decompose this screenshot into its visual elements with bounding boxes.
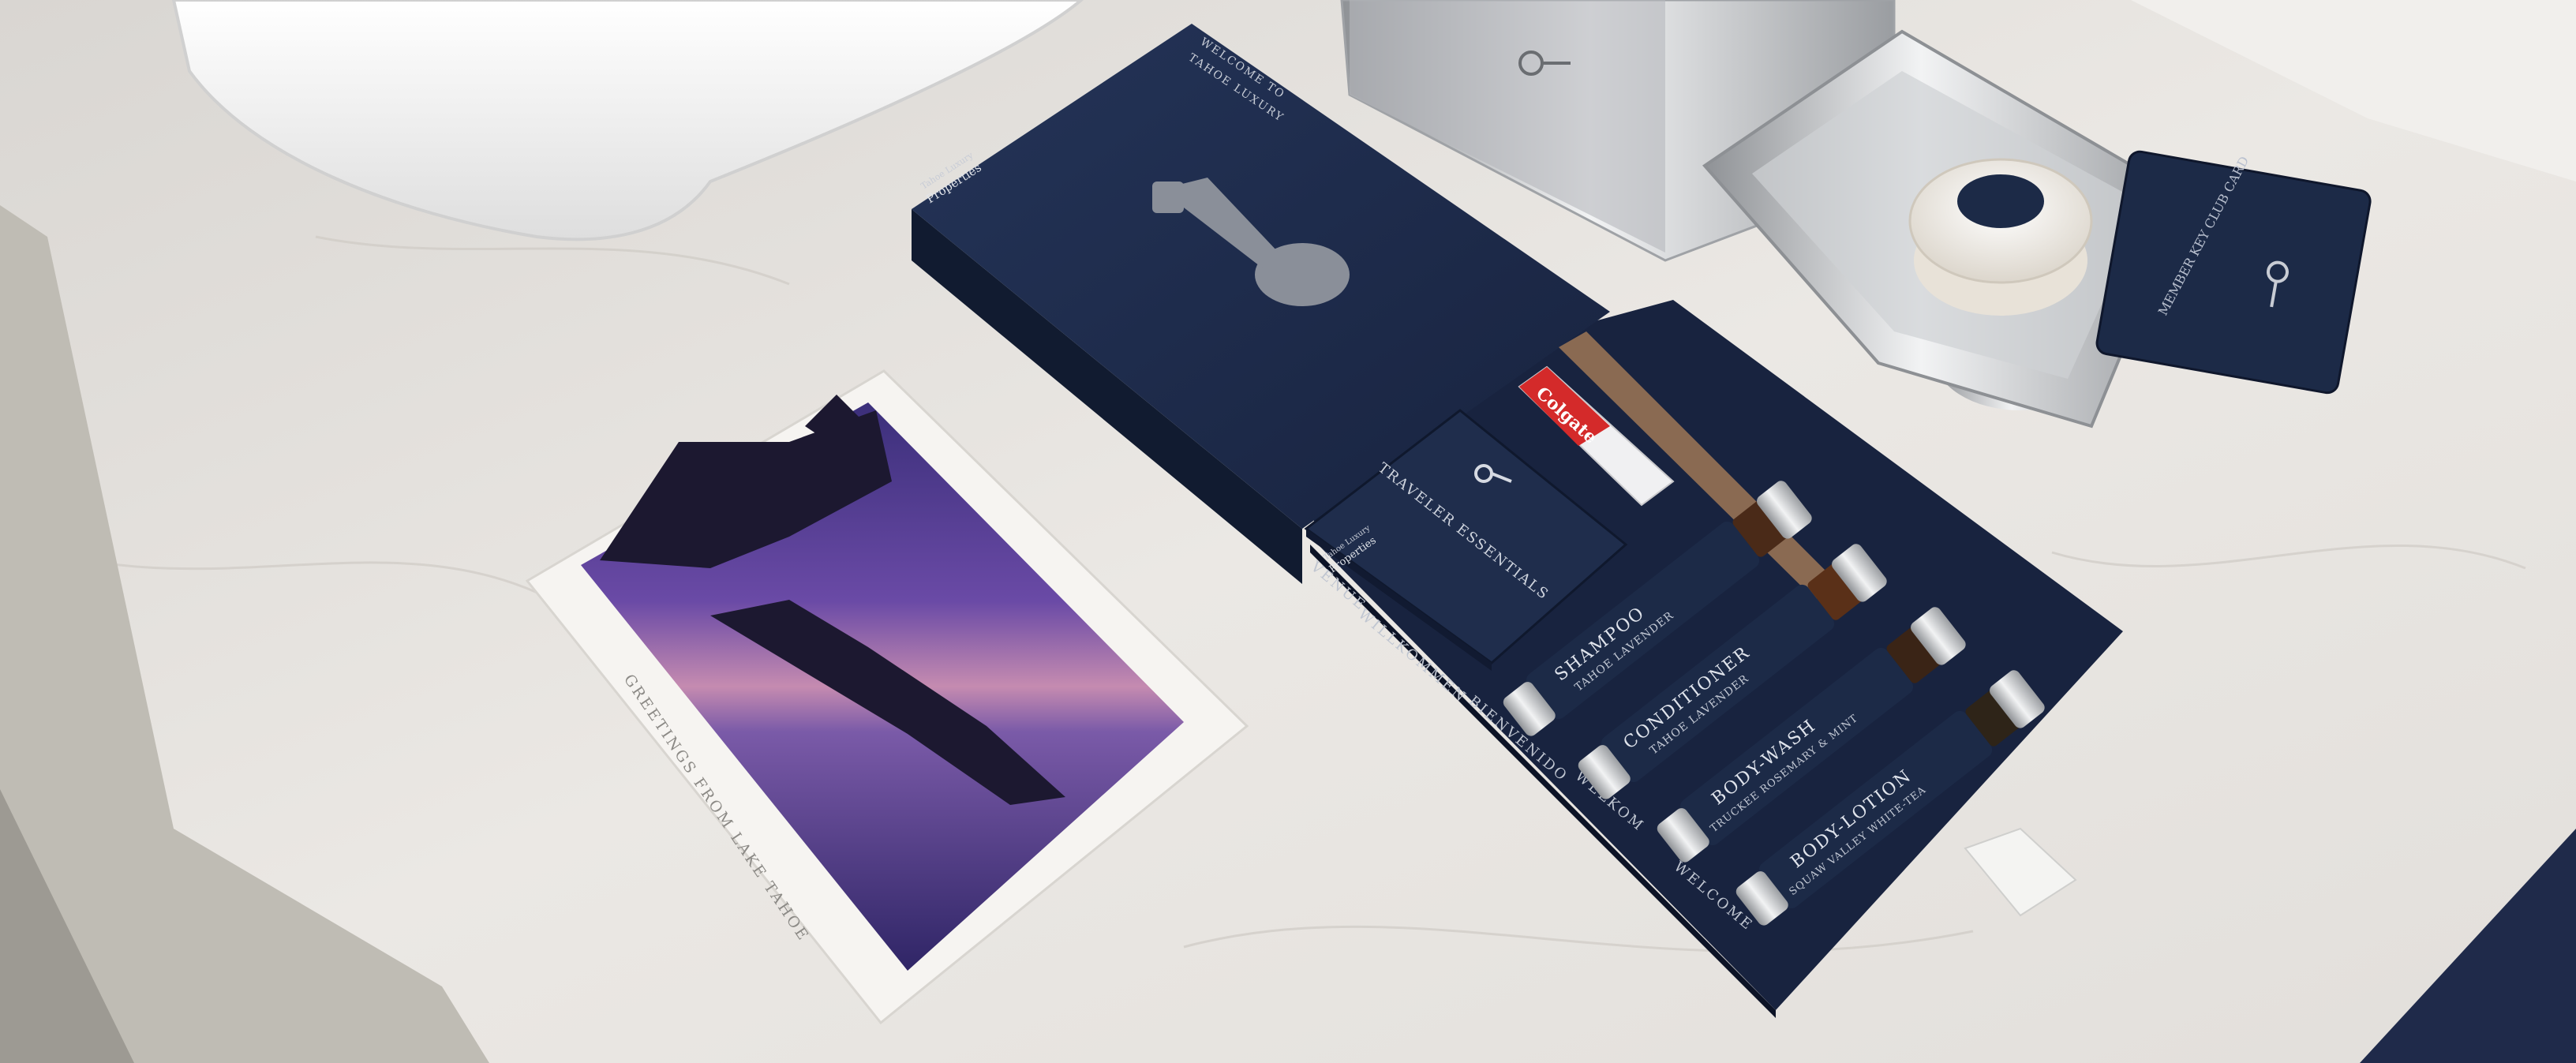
bathroom-amenities-photo: MEMBER KEY CLUB CARD GREETINGS FROM LAKE…: [0, 0, 2576, 1063]
soap-label: [1957, 174, 2044, 228]
wrapped-soap: [1908, 158, 2093, 316]
